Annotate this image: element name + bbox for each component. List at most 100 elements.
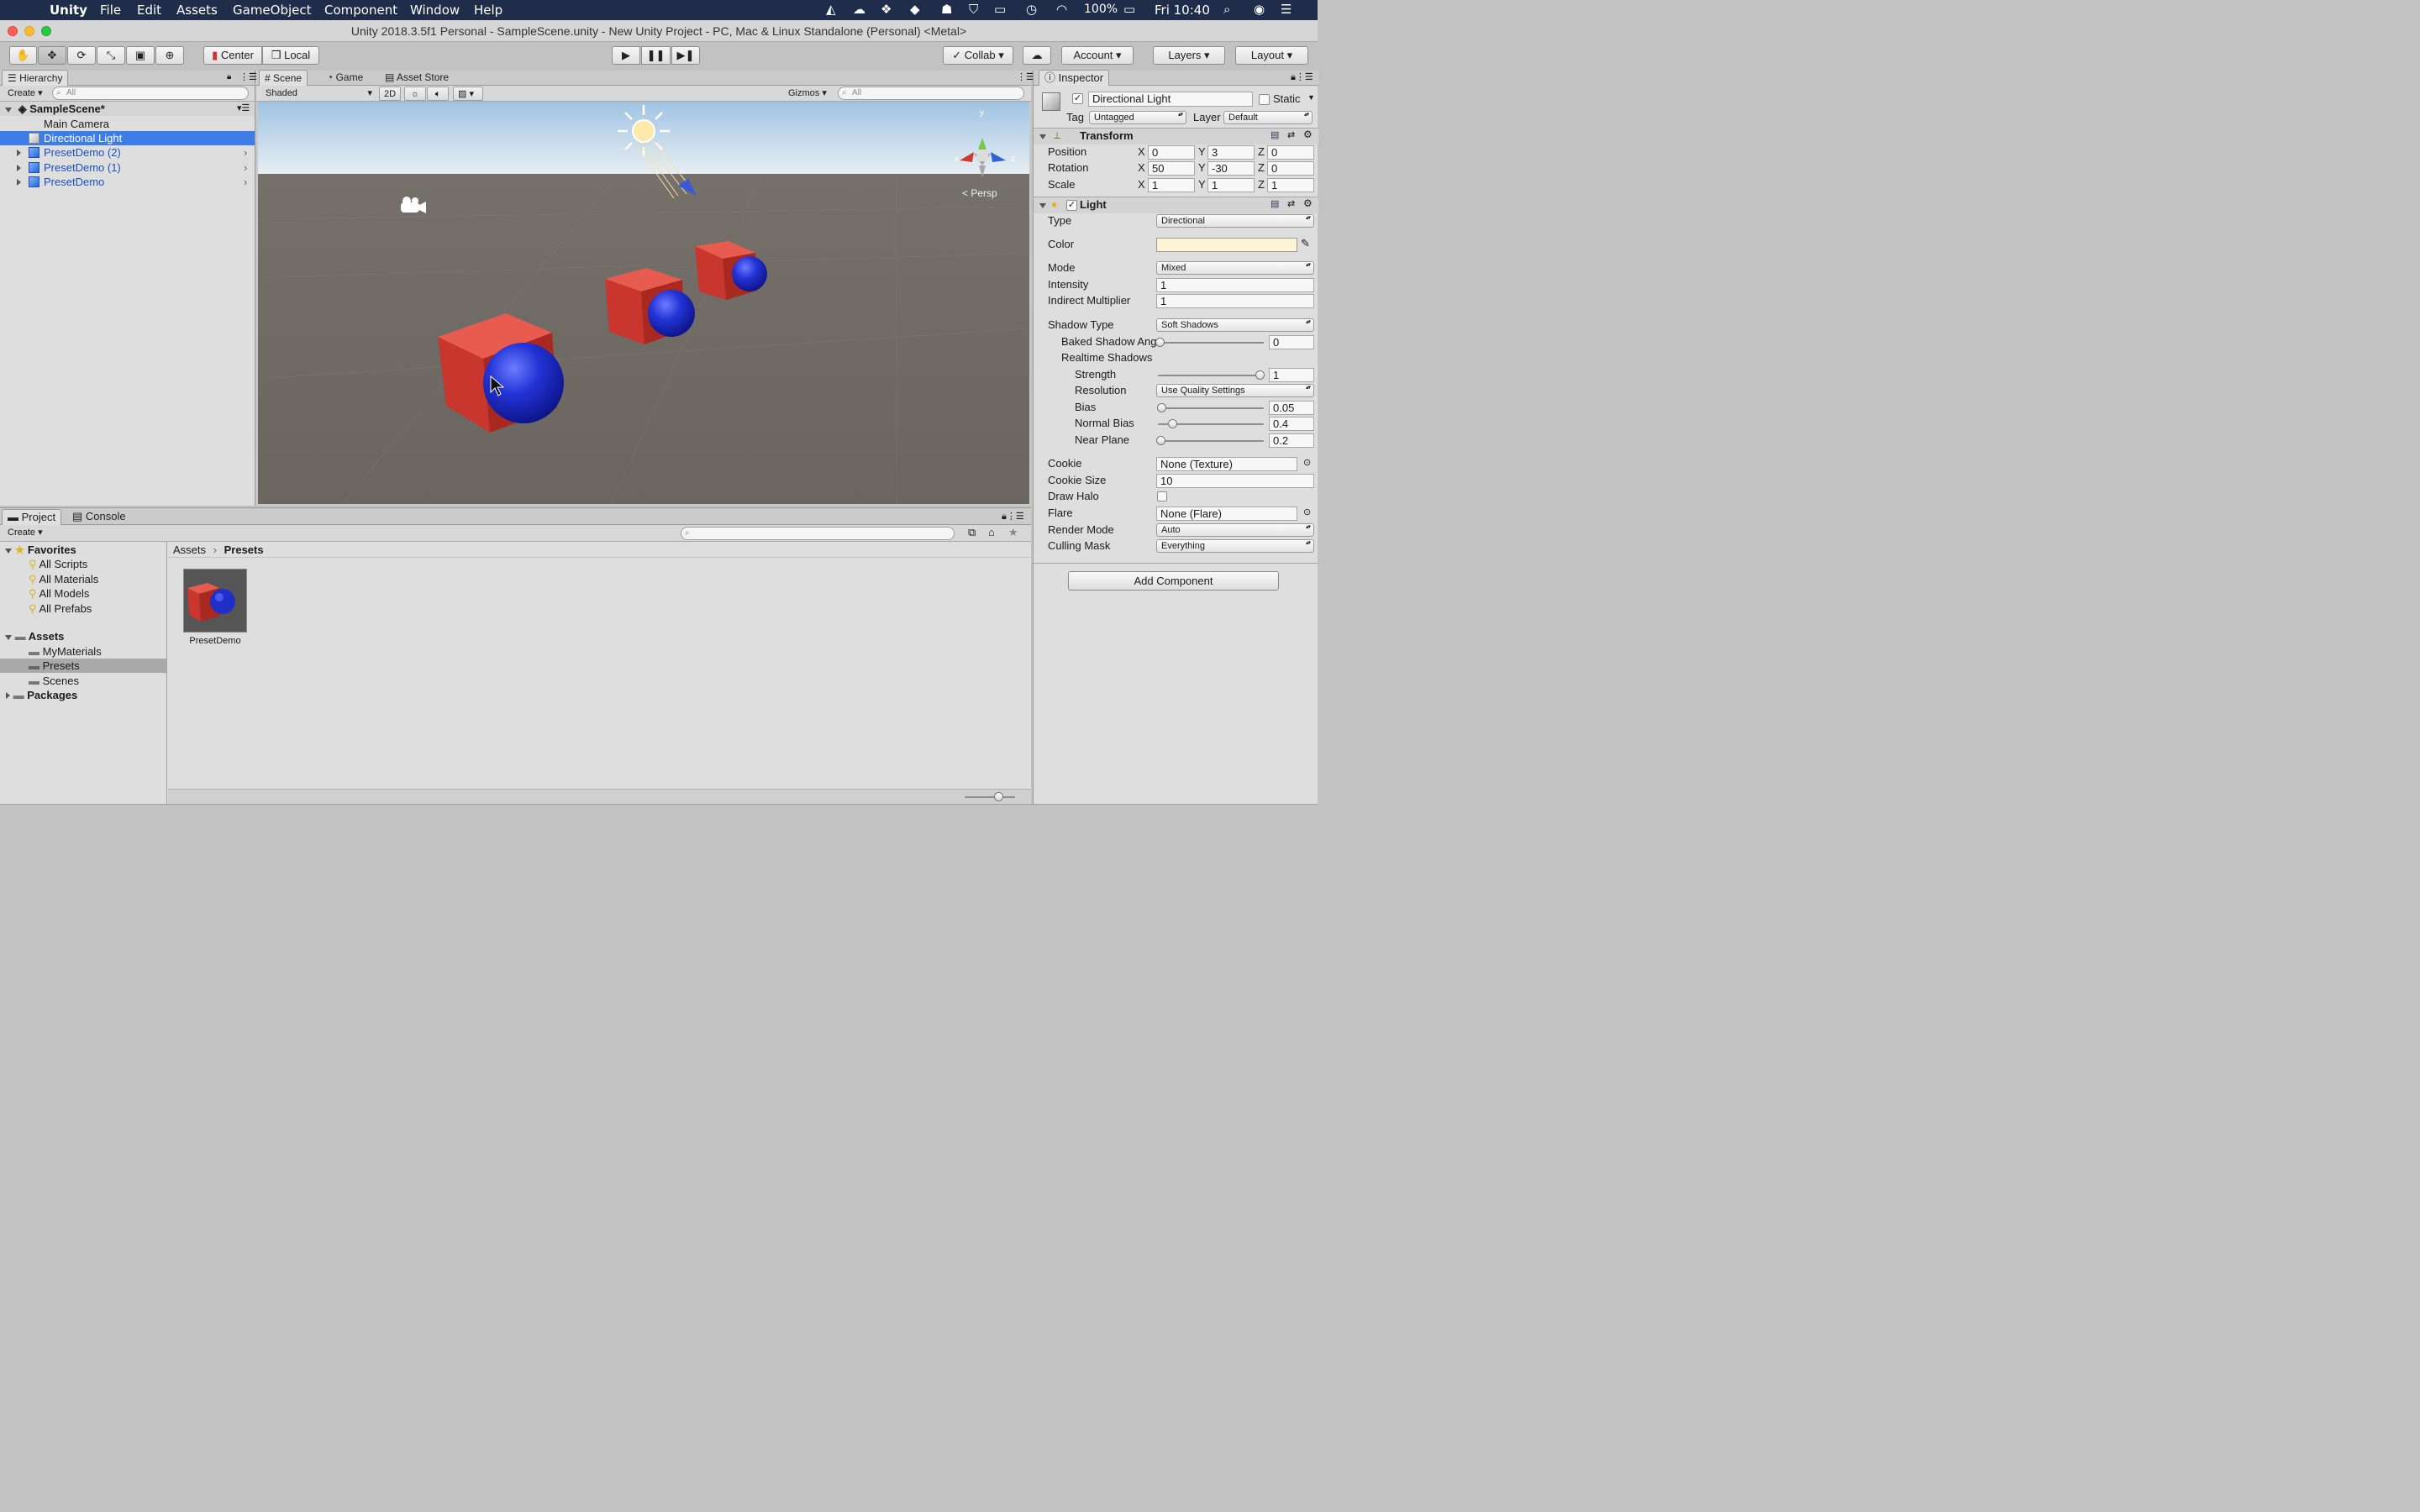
light-component-header[interactable]: ● ✓ Light ▤ ⇄ ⚙ <box>1034 197 1318 213</box>
effects-dropdown[interactable]: ▨ ▾ <box>453 87 483 101</box>
expand-arrow-icon[interactable] <box>17 165 21 171</box>
folder-mymaterials[interactable]: ▬ MyMaterials <box>0 644 102 659</box>
scale-x-field[interactable]: 1 <box>1148 178 1195 192</box>
airplay-icon[interactable]: ▭ <box>994 2 1006 17</box>
shadow-type-dropdown[interactable]: Soft Shadows <box>1156 318 1314 332</box>
lock-icon[interactable]: 🔒︎⋮☰ <box>1291 71 1313 83</box>
siri-icon[interactable]: ◉ <box>1254 2 1265 17</box>
bias-field[interactable]: 0.05 <box>1269 401 1314 415</box>
type-dropdown[interactable]: Directional <box>1156 214 1314 228</box>
chevron-right-icon[interactable]: › <box>244 160 247 175</box>
diamond-icon[interactable]: ◆ <box>910 2 920 17</box>
menu-gameobject[interactable]: GameObject <box>233 3 312 18</box>
object-active-checkbox[interactable]: ✓ <box>1072 93 1083 104</box>
transform-tool-button[interactable]: ⊕ <box>155 46 184 65</box>
static-checkbox[interactable] <box>1259 94 1270 105</box>
settings-gear-icon[interactable]: ⚙ <box>1303 129 1313 140</box>
add-component-button[interactable]: Add Component <box>1068 571 1279 591</box>
scale-z-field[interactable]: 1 <box>1267 178 1314 192</box>
hierarchy-search-input[interactable]: ⌕ All <box>52 87 249 100</box>
gizmos-dropdown[interactable]: Gizmos ▾ <box>784 87 831 101</box>
baked-shadow-angle-field[interactable]: 0 <box>1269 335 1314 349</box>
near-plane-field[interactable]: 0.2 <box>1269 433 1314 448</box>
bias-knob[interactable] <box>1157 403 1166 412</box>
near-plane-knob[interactable] <box>1156 436 1165 445</box>
tab-hierarchy[interactable]: ☰ Hierarchy <box>2 70 69 86</box>
flare-object-field[interactable]: None (Flare) <box>1156 507 1297 521</box>
tag-dropdown[interactable]: Untagged <box>1089 111 1186 124</box>
object-picker-icon[interactable]: ⊙ <box>1303 457 1311 468</box>
pause-button[interactable]: ❚❚ <box>641 46 671 65</box>
assets-header[interactable]: ▬ Assets <box>0 629 167 643</box>
close-window-button[interactable] <box>8 26 18 36</box>
menu-component[interactable]: Component <box>324 3 397 18</box>
favorites-header[interactable]: ★ Favorites <box>0 543 167 557</box>
folder-presets[interactable]: ▬ Presets <box>0 659 167 673</box>
folder-scenes[interactable]: ▬ Scenes <box>0 674 79 688</box>
rotation-y-field[interactable]: -30 <box>1207 161 1255 176</box>
packages-header[interactable]: ▬ Packages <box>0 688 167 702</box>
object-picker-icon[interactable]: ⊙ <box>1303 507 1311 517</box>
step-button[interactable]: ▶❚ <box>671 46 700 65</box>
menu-file[interactable]: File <box>100 3 121 18</box>
spotlight-search-icon[interactable]: ⌕ <box>1223 2 1230 17</box>
filter-label-icon[interactable]: ⌂ <box>988 526 995 538</box>
expand-arrow-icon[interactable] <box>5 108 12 113</box>
thumbnail-size-slider[interactable] <box>965 796 1015 798</box>
tab-console[interactable]: ▤ Console <box>67 509 131 526</box>
expand-arrow-icon[interactable] <box>17 150 21 156</box>
chevron-right-icon[interactable]: › <box>244 175 247 189</box>
shading-mode-dropdown[interactable]: Shaded ▾ <box>261 87 372 101</box>
settings-gear-icon[interactable]: ⚙ <box>1303 197 1313 209</box>
hierarchy-item-presetdemo[interactable]: PresetDemo › <box>0 175 255 189</box>
expand-arrow-icon[interactable] <box>5 635 12 640</box>
audio-toggle[interactable]: 🔈︎ <box>427 87 449 101</box>
scene-search-input[interactable]: ⌕ All <box>838 87 1024 100</box>
near-plane-slider[interactable] <box>1158 440 1264 442</box>
help-book-icon[interactable]: ▤ <box>1270 198 1279 209</box>
layer-dropdown[interactable]: Default <box>1223 111 1313 124</box>
bias-slider[interactable] <box>1158 407 1264 409</box>
static-dropdown-icon[interactable]: ▼ <box>1307 93 1315 102</box>
thumbnail-size-knob[interactable] <box>994 792 1003 801</box>
play-button[interactable]: ▶ <box>612 46 640 65</box>
favorite-star-icon[interactable]: ★ <box>1008 526 1018 539</box>
panel-menu-icon[interactable]: ⋮☰ <box>1017 71 1034 82</box>
minimize-window-button[interactable] <box>24 26 34 36</box>
cloud-services-button[interactable]: ☁ <box>1023 46 1051 65</box>
wifi-icon[interactable]: ◠ <box>1056 2 1067 17</box>
position-y-field[interactable]: 3 <box>1207 145 1255 160</box>
favorite-all-scripts[interactable]: ⚲ All Scripts <box>0 557 87 571</box>
rect-tool-button[interactable]: ▣ <box>126 46 155 65</box>
dropbox-icon[interactable]: ❖ <box>881 2 892 17</box>
position-x-field[interactable]: 0 <box>1148 145 1195 160</box>
position-z-field[interactable]: 0 <box>1267 145 1314 160</box>
strength-slider[interactable] <box>1158 375 1264 376</box>
persp-label[interactable]: < Persp <box>962 187 997 199</box>
cookie-size-field[interactable]: 10 <box>1156 474 1314 488</box>
draw-halo-checkbox[interactable] <box>1157 491 1167 501</box>
menu-window[interactable]: Window <box>410 3 460 18</box>
scale-y-field[interactable]: 1 <box>1207 178 1255 192</box>
strength-knob[interactable] <box>1255 370 1265 380</box>
cloud-sync-icon[interactable]: ☁ <box>853 2 865 17</box>
hierarchy-create-dropdown[interactable]: Create ▾ <box>3 87 47 101</box>
culling-mask-dropdown[interactable]: Everything <box>1156 539 1314 553</box>
filter-type-icon[interactable]: ⧉ <box>968 526 976 539</box>
mode-dropdown[interactable]: Mixed <box>1156 261 1314 275</box>
hierarchy-item-main-camera[interactable]: Main Camera <box>0 117 255 131</box>
light-enabled-checkbox[interactable]: ✓ <box>1066 200 1077 211</box>
notification-center-icon[interactable]: ☰ <box>1281 2 1292 17</box>
app-menu[interactable]: Unity <box>50 3 87 18</box>
normal-bias-knob[interactable] <box>1168 419 1177 428</box>
panel-menu-icon[interactable]: ⋮☰ <box>239 71 257 82</box>
collapse-arrow-icon[interactable] <box>1039 203 1046 208</box>
tab-asset-store[interactable]: ▤ Asset Store <box>380 70 454 87</box>
zoom-window-button[interactable] <box>41 26 51 36</box>
breadcrumb-assets[interactable]: Assets <box>173 543 206 556</box>
lighting-toggle[interactable]: ☼ <box>404 87 426 101</box>
lock-icon[interactable]: 🔒︎ <box>227 72 231 81</box>
normal-bias-field[interactable]: 0.4 <box>1269 417 1314 431</box>
intensity-field[interactable]: 1 <box>1156 278 1314 292</box>
rotate-tool-button[interactable]: ⟳ <box>67 46 96 65</box>
